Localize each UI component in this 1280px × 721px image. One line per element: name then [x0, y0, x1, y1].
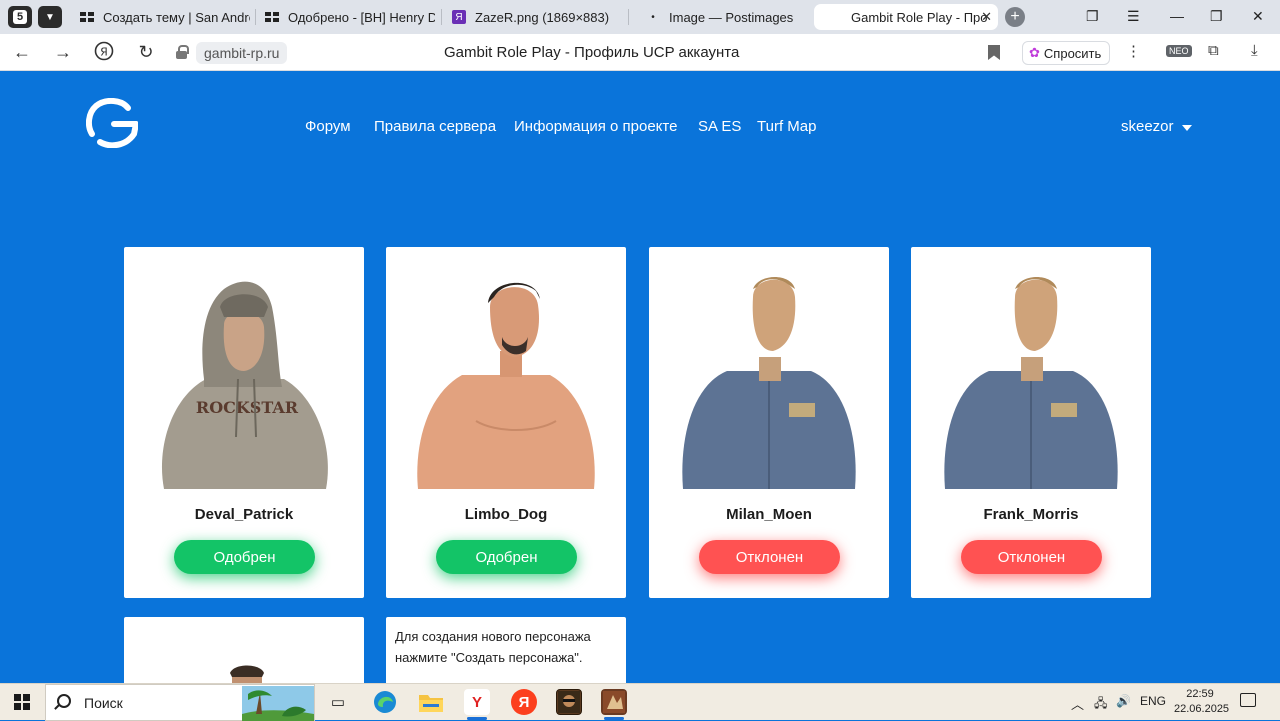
create-character-hint: Для создания нового персонажа нажмите "С…	[395, 629, 591, 665]
tab-count: 5	[13, 10, 27, 24]
windows-taskbar: Поиск ▭ Y Я ︿ 🖧 🔊 ENG 22:59 22.06.2025	[0, 683, 1280, 721]
tab-separator	[255, 9, 256, 25]
file-explorer-icon[interactable]	[418, 689, 444, 715]
nav-sa-es[interactable]: SA ES	[698, 118, 741, 135]
search-icon	[57, 694, 71, 708]
yandex-app-icon[interactable]: Я	[511, 689, 537, 715]
tab-label: Одобрено - [BH] Henry D	[288, 9, 435, 25]
tab-label: Image — Postimages	[669, 9, 794, 25]
tab-close-icon[interactable]: ✕	[981, 9, 992, 25]
menu-icon[interactable]: ☰	[1127, 8, 1140, 25]
extensions-icon[interactable]: ⧉	[1208, 42, 1219, 59]
character-card[interactable]	[124, 617, 364, 687]
tab-label: Создать тему | San Andre	[103, 9, 250, 25]
tab-separator	[628, 9, 629, 25]
caret-down-icon	[1181, 125, 1192, 131]
downloads-icon[interactable]: ⤓	[1251, 42, 1258, 59]
character-card[interactable]: Limbo_Dog Одобрен	[386, 247, 626, 598]
yandex-icon: Я	[452, 10, 466, 24]
task-view-icon[interactable]: ▭	[325, 689, 351, 715]
status-badge-approved: Одобрен	[436, 540, 577, 574]
tab-label: Gambit Role Play - Про	[851, 9, 988, 25]
show-hidden-icons[interactable]: ︿	[1071, 694, 1084, 713]
more-options-icon[interactable]: ⋮	[1126, 42, 1141, 60]
user-menu[interactable]: skeezor	[1121, 118, 1192, 135]
tab-postimages[interactable]: • Image — Postimages	[646, 4, 806, 30]
notification-center-icon[interactable]	[1240, 693, 1256, 707]
samp-launcher-icon[interactable]	[556, 689, 582, 715]
nav-turf-map[interactable]: Turf Map	[757, 118, 816, 135]
clock-date: 22.06.2025	[1174, 703, 1230, 715]
browser-tab-strip: 5 ▼ Создать тему | San Andre Одобрено - …	[0, 0, 1280, 34]
gambit-logo[interactable]	[85, 98, 139, 149]
taskbar-search-input[interactable]: Поиск	[45, 684, 315, 721]
game-app-icon[interactable]	[601, 689, 627, 720]
character-skin-image	[406, 267, 606, 491]
tab-approved-topic[interactable]: Одобрено - [BH] Henry D	[265, 4, 435, 30]
tab-label: ZazeR.png (1869×883)	[475, 9, 610, 25]
yandex-browser-icon[interactable]: Y	[464, 689, 490, 720]
svg-text:ROCKSTAR: ROCKSTAR	[196, 398, 299, 417]
character-card[interactable]: Milan_Moen Отклонен	[649, 247, 889, 598]
collections-icon[interactable]: ❐	[1086, 8, 1099, 25]
character-name: Deval_Patrick	[194, 506, 294, 523]
edge-icon[interactable]	[372, 689, 398, 715]
status-badge-rejected: Отклонен	[699, 540, 840, 574]
character-name: Frank_Morris	[983, 506, 1079, 523]
sparkle-icon: ✿	[1029, 45, 1040, 60]
search-highlight-image	[242, 686, 314, 721]
network-icon[interactable]: 🖧	[1094, 694, 1107, 715]
status-badge-approved: Одобрен	[174, 540, 315, 574]
restore-icon[interactable]: ❐	[1210, 8, 1223, 25]
language-indicator[interactable]: ENG	[1140, 694, 1166, 708]
character-skin-image	[931, 267, 1131, 491]
character-card[interactable]: Frank_Morris Отклонен	[911, 247, 1151, 598]
volume-icon[interactable]: 🔊	[1116, 694, 1131, 708]
character-skin-image: ROCKSTAR	[144, 267, 344, 491]
tab-list-dropdown-icon[interactable]: ▼	[38, 6, 62, 28]
reload-icon[interactable]: ↻	[135, 42, 157, 63]
postimages-icon: •	[651, 11, 655, 23]
url-domain: gambit-rp.ru	[196, 42, 288, 64]
back-icon[interactable]: ←	[11, 42, 33, 63]
character-name: Milan_Moen	[726, 506, 812, 523]
tab-count-button[interactable]: 5	[8, 6, 32, 28]
windows-start-icon[interactable]	[14, 694, 30, 710]
forward-icon[interactable]: →	[52, 42, 74, 63]
yandex-home-icon[interactable]: Я	[93, 41, 115, 66]
bookmark-icon[interactable]	[988, 45, 1000, 60]
character-name: Limbo_Dog	[464, 506, 548, 523]
tab-create-topic[interactable]: Создать тему | San Andre	[80, 4, 250, 30]
gambit-icon	[828, 10, 842, 24]
create-character-info-card: Для создания нового персонажа нажмите "С…	[386, 617, 626, 687]
minimize-icon[interactable]: —	[1170, 8, 1184, 24]
nav-project-info[interactable]: Информация о проекте	[514, 118, 677, 135]
search-placeholder: Поиск	[84, 695, 123, 711]
status-badge-rejected: Отклонен	[961, 540, 1102, 574]
gambit-forum-icon	[265, 10, 279, 24]
gambit-forum-icon	[80, 10, 94, 24]
neo-icon[interactable]: NEO	[1166, 45, 1192, 57]
system-clock[interactable]: 22:59 22.06.2025	[1174, 687, 1230, 717]
tab-separator	[441, 9, 442, 25]
character-skin-image	[669, 267, 869, 491]
page-title-in-url: Gambit Role Play - Профиль UCP аккаунта	[444, 44, 740, 61]
ask-label: Спросить	[1043, 45, 1102, 61]
lock-icon	[176, 45, 189, 59]
tab-gambit-profile[interactable]: Gambit Role Play - Про ✕	[814, 4, 998, 30]
clock-time: 22:59	[1186, 688, 1214, 700]
tab-zazer-image[interactable]: Я ZazeR.png (1869×883)	[452, 4, 622, 30]
character-card[interactable]: ROCKSTAR Deval_Patrick Одобрен	[124, 247, 364, 598]
username: skeezor	[1121, 118, 1174, 135]
nav-forum[interactable]: Форум	[305, 118, 351, 135]
character-skin-image	[144, 637, 344, 687]
svg-text:Я: Я	[100, 46, 108, 59]
close-window-icon[interactable]: ✕	[1252, 8, 1264, 25]
nav-server-rules[interactable]: Правила сервера	[374, 118, 496, 135]
new-tab-icon[interactable]: +	[1005, 7, 1025, 27]
ask-alice-button[interactable]: ✿ Спросить	[1022, 41, 1111, 65]
